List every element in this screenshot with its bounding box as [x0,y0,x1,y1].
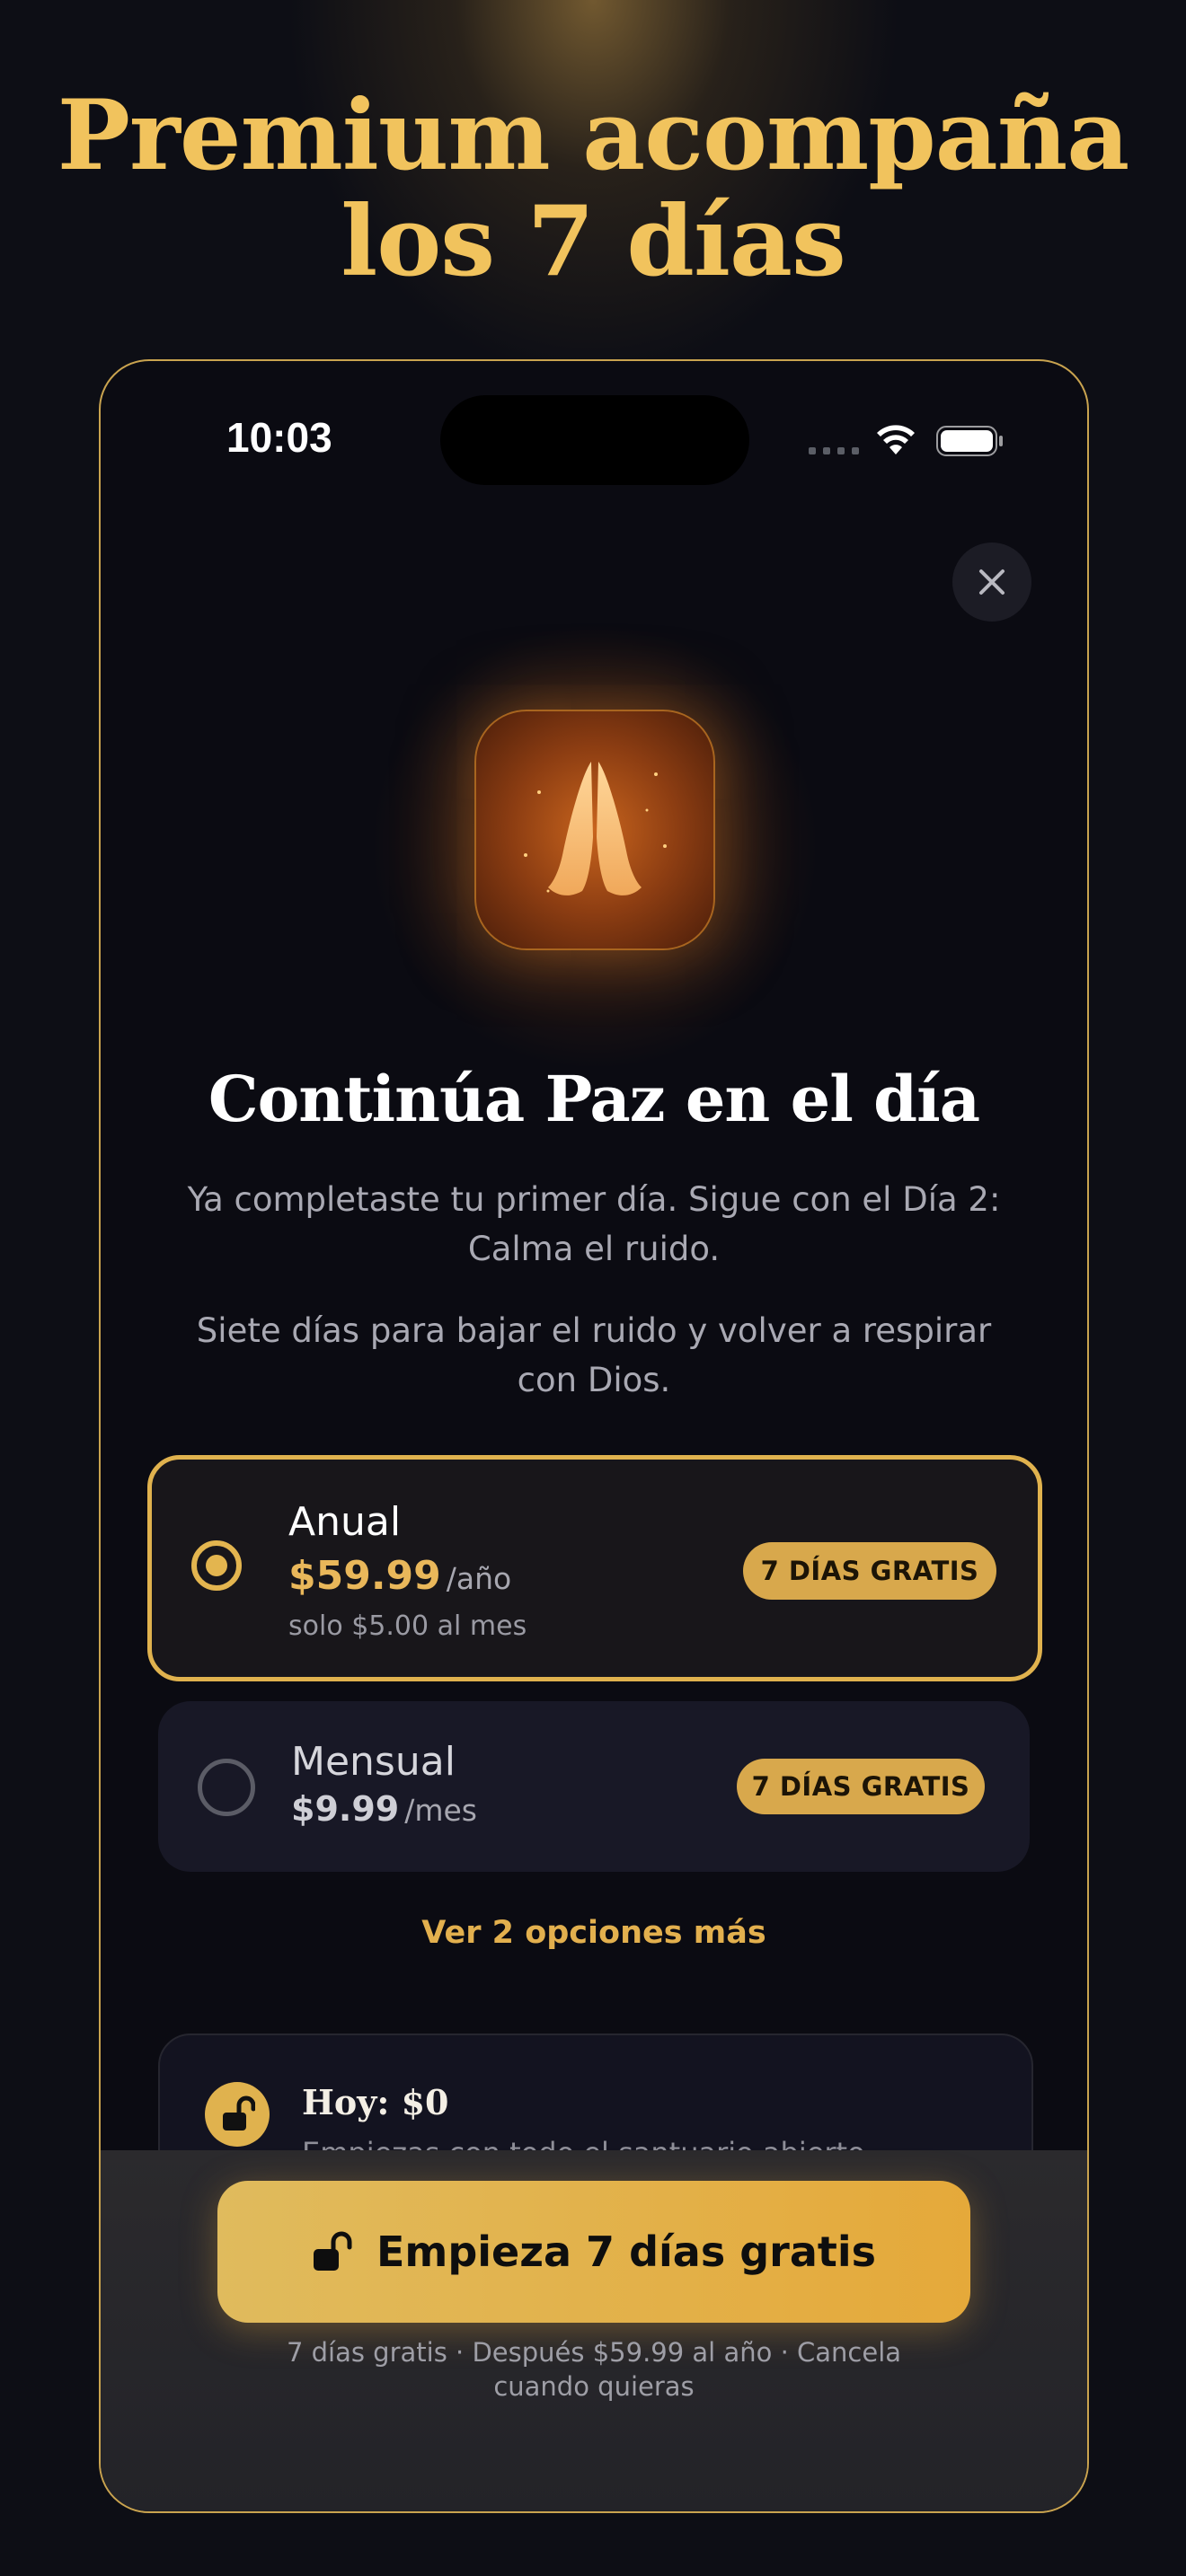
battery-icon [936,426,1003,456]
signal-icon [809,447,859,454]
plan-period: /mes [404,1793,477,1828]
plan-price-line: $59.99/año [288,1553,511,1599]
timeline-step-marker [205,2082,270,2147]
more-options-link[interactable]: Ver 2 opciones más [101,1915,1087,1951]
dynamic-island [440,395,749,485]
paywall-subdescription: Siete días para bajar el ruido y volver … [196,1311,992,1399]
paywall-title: Continúa Paz en el día [208,1062,980,1136]
plan-period: /año [446,1561,512,1596]
marketing-headline: Premium acompaña los 7 días [0,83,1186,295]
plan-subprice: solo $5.00 al mes [288,1610,527,1642]
fineprint: 7 días gratis · Después $59.99 al año · … [286,2337,902,2402]
plan-name: Anual [288,1499,402,1545]
plan-name: Mensual [291,1739,456,1785]
close-icon [979,569,1005,595]
close-button[interactable] [952,543,1031,622]
paywall-description: Ya completaste tu primer día. Sigue con … [187,1180,1001,1268]
phone-frame: 10:03 Continúa Paz en el día Ya completa… [99,359,1089,2513]
plan-price: $9.99 [291,1789,400,1829]
plan-price-line: $9.99/mes [291,1789,477,1829]
unlock-icon [313,2231,352,2271]
start-trial-label: Empieza 7 días gratis [376,2228,877,2276]
headline-line-2: los 7 días [341,185,846,298]
trial-badge: 7 DÍAS GRATIS [743,1542,996,1600]
radio-unselected[interactable] [198,1759,255,1816]
plan-option-annual[interactable]: Anual $59.99/año solo $5.00 al mes 7 DÍA… [147,1455,1042,1681]
wifi-icon [877,425,915,454]
plan-price: $59.99 [288,1553,441,1599]
unlock-icon [223,2095,255,2130]
start-trial-button[interactable]: Empieza 7 días gratis [217,2181,970,2323]
app-icon [474,710,715,950]
status-time: 10:03 [226,414,332,461]
bottom-cta-sheet: Empieza 7 días gratis 7 días gratis · De… [101,2150,1087,2511]
headline-line-1: Premium acompaña [57,79,1130,192]
trial-badge: 7 DÍAS GRATIS [737,1759,985,1814]
plan-option-monthly[interactable]: Mensual $9.99/mes 7 DÍAS GRATIS [158,1701,1030,1872]
radio-selected[interactable] [191,1540,242,1591]
praying-hands-icon [524,762,667,895]
timeline-title: Hoy: $0 [302,2082,449,2122]
